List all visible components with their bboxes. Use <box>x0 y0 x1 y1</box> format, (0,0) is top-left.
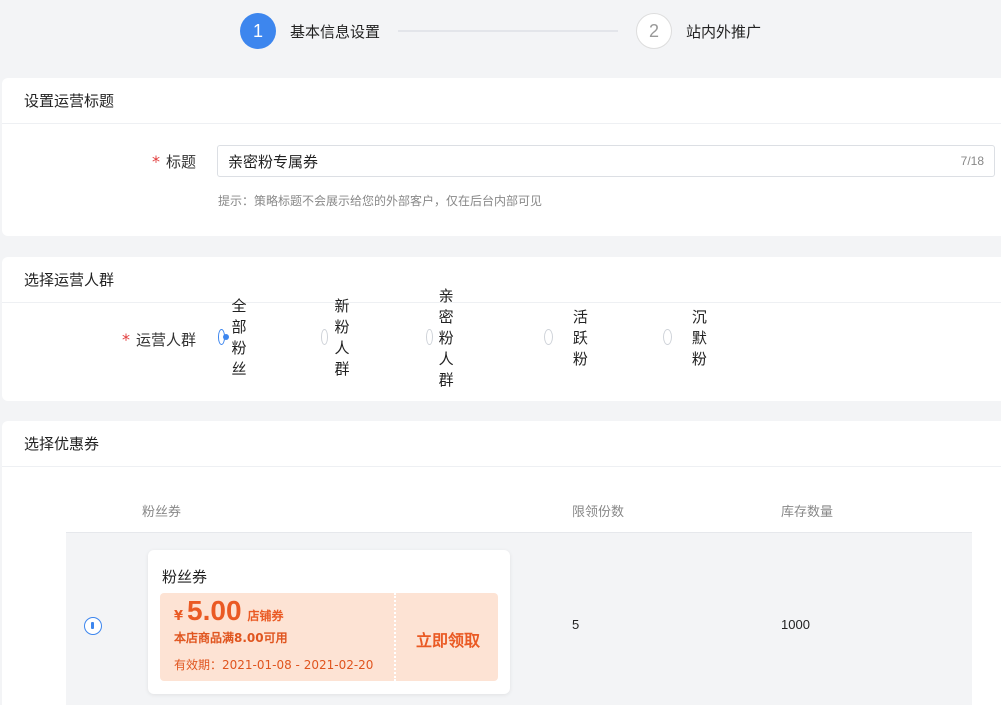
radio-label: 新粉人群 <box>334 297 350 378</box>
currency-symbol: ¥ <box>174 609 184 624</box>
step-promotion[interactable]: 2 站内外推广 <box>636 13 761 49</box>
radio-label: 全部粉丝 <box>231 297 247 378</box>
coupon-value: 5.00 <box>187 595 242 626</box>
row-select-radio[interactable] <box>84 617 102 635</box>
radio-active-fans[interactable]: 活跃粉 <box>544 308 595 368</box>
radio-unchecked-icon <box>663 329 672 345</box>
stepper: 1 基本信息设置 2 站内外推广 <box>0 0 1001 62</box>
crowd-label: 运营人群 <box>136 331 197 349</box>
coupon-section-header: 选择优惠券 <box>2 421 1001 467</box>
radio-unchecked-icon <box>321 329 329 345</box>
coupon-table: 粉丝券 限领份数 库存数量 粉丝券 ¥ 5.00 店铺券 本店商品满8.00可用… <box>66 487 972 705</box>
coupon-card: 粉丝券 ¥ 5.00 店铺券 本店商品满8.00可用 有效期：2021-01-0… <box>148 550 510 694</box>
column-header-stock: 库存数量 <box>781 505 834 520</box>
cell-stock: 1000 <box>781 617 810 632</box>
radio-new-fans[interactable]: 新粉人群 <box>321 297 358 378</box>
required-mark: * <box>152 152 160 171</box>
step-connector <box>398 30 618 32</box>
coupon-ticket: ¥ 5.00 店铺券 本店商品满8.00可用 有效期：2021-01-08 - … <box>160 593 498 681</box>
step-2-label: 站内外推广 <box>686 22 762 41</box>
radio-unchecked-icon <box>544 329 553 345</box>
crowd-section: 选择运营人群 * 运营人群 全部粉丝 新粉人群 亲密粉人群 活跃粉 沉默粉 <box>2 257 1001 401</box>
coupon-validity: 有效期：2021-01-08 - 2021-02-20 <box>174 658 374 672</box>
radio-checked-icon <box>218 329 230 345</box>
title-input[interactable]: 亲密粉专属券 7/18 <box>217 145 995 177</box>
cell-limit: 5 <box>572 617 580 632</box>
radio-unchecked-icon <box>426 329 433 345</box>
coupon-section: 选择优惠券 粉丝券 限领份数 库存数量 粉丝券 ¥ 5.00 店铺券 本店商品满… <box>2 421 1001 705</box>
column-header-limit: 限领份数 <box>572 505 625 520</box>
radio-silent-fans[interactable]: 沉默粉 <box>663 308 714 368</box>
radio-label: 亲密粉人群 <box>438 286 454 389</box>
title-section: 设置运营标题 * 标题 亲密粉专属券 7/18 提示：策略标题不会展示给您的外部… <box>2 78 1001 236</box>
radio-label: 活跃粉 <box>572 307 588 368</box>
title-hint: 提示：策略标题不会展示给您的外部客户，仅在后台内部可见 <box>218 194 543 208</box>
coupon-divider <box>394 593 396 681</box>
step-1-indicator: 1 <box>239 13 276 49</box>
radio-label: 沉默粉 <box>691 307 707 368</box>
title-section-header: 设置运营标题 <box>2 78 1001 124</box>
step-2-indicator: 2 <box>636 13 672 49</box>
crowd-form-label: * 运营人群 <box>122 329 196 350</box>
table-row[interactable]: 粉丝券 ¥ 5.00 店铺券 本店商品满8.00可用 有效期：2021-01-0… <box>66 533 972 705</box>
coupon-condition: 本店商品满8.00可用 <box>174 631 288 645</box>
column-header-coupon: 粉丝券 <box>142 505 182 520</box>
claim-button: 立即领取 <box>416 631 481 650</box>
coupon-amount: ¥ 5.00 店铺券 <box>174 595 284 627</box>
step-basic-info[interactable]: 1 基本信息设置 <box>239 13 380 49</box>
coupon-name: 粉丝券 <box>162 568 208 586</box>
table-header: 粉丝券 限领份数 库存数量 <box>66 487 972 533</box>
radio-close-fans[interactable]: 亲密粉人群 <box>426 287 463 389</box>
radio-all-fans[interactable]: 全部粉丝 <box>218 297 255 378</box>
char-counter: 7/18 <box>960 154 984 168</box>
title-label: 标题 <box>166 153 197 171</box>
coupon-type: 店铺券 <box>247 609 284 623</box>
crowd-section-header: 选择运营人群 <box>2 257 1001 303</box>
title-input-value: 亲密粉专属券 <box>228 152 319 171</box>
title-form-label: * 标题 <box>152 151 196 172</box>
required-mark: * <box>122 330 130 349</box>
step-1-label: 基本信息设置 <box>289 22 380 41</box>
